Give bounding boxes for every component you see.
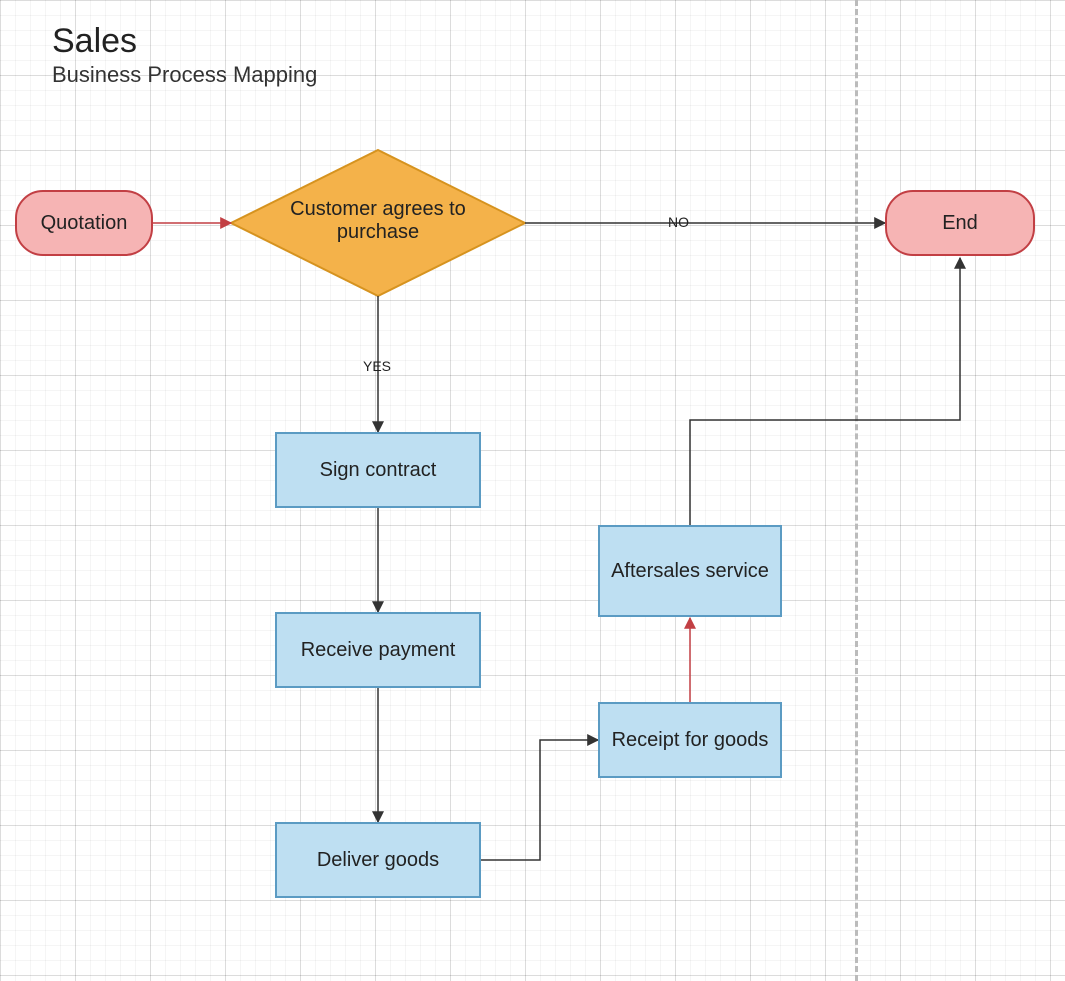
- node-label: Receive payment: [301, 639, 456, 662]
- node-label: Aftersales service: [611, 560, 769, 583]
- node-label: Sign contract: [320, 459, 437, 482]
- node-quotation[interactable]: Quotation: [15, 190, 153, 256]
- node-label: Deliver goods: [317, 849, 439, 872]
- edge-deliver-receipt: [481, 740, 598, 860]
- edge-label-yes: YES: [363, 358, 391, 374]
- node-decision-label: Customer agrees to purchase: [248, 198, 508, 244]
- node-end[interactable]: End: [885, 190, 1035, 256]
- node-deliver-goods[interactable]: Deliver goods: [275, 822, 481, 898]
- node-label: End: [942, 212, 978, 235]
- page-title: Sales: [52, 22, 137, 61]
- node-aftersales[interactable]: Aftersales service: [598, 525, 782, 617]
- node-receive-payment[interactable]: Receive payment: [275, 612, 481, 688]
- node-receipt-goods[interactable]: Receipt for goods: [598, 702, 782, 778]
- node-label: Receipt for goods: [612, 729, 769, 752]
- node-sign-contract[interactable]: Sign contract: [275, 432, 481, 508]
- connectors: [0, 0, 1065, 981]
- edge-aftersales-end: [690, 258, 960, 525]
- page-subtitle: Business Process Mapping: [52, 62, 317, 88]
- swimlane-divider: [855, 0, 858, 981]
- node-label: Quotation: [41, 212, 128, 235]
- diagram-canvas: Sales Business Process Mapping: [0, 0, 1065, 981]
- edge-label-no: NO: [668, 214, 689, 230]
